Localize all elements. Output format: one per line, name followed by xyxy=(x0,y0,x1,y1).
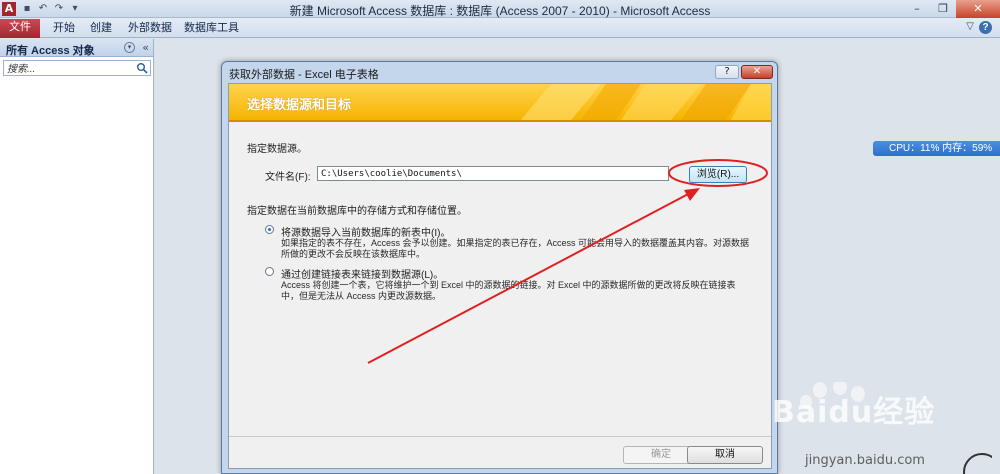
window-controls: – ❐ ✕ xyxy=(904,0,1000,18)
browse-button[interactable]: 浏览(R)... xyxy=(689,166,747,183)
link-option-label[interactable]: 通过创建链接表来链接到数据源(L)。 xyxy=(281,266,443,281)
source-heading: 指定数据源。 xyxy=(247,144,307,155)
window-title: 新建 Microsoft Access 数据库 : 数据库 (Access 20… xyxy=(289,4,711,18)
banner-title: 选择数据源和目标 xyxy=(247,97,352,112)
banner-underline xyxy=(229,120,771,122)
banner-decoration xyxy=(521,84,771,120)
minimize-ribbon-icon[interactable]: ▽ xyxy=(966,21,974,32)
collapse-pane-icon[interactable]: « xyxy=(142,41,149,54)
link-radio[interactable] xyxy=(265,267,274,276)
minimize-button[interactable]: – xyxy=(904,0,930,18)
link-option-description: Access 将创建一个表，它将维护一个到 Excel 中的源数据的链接。对 E… xyxy=(281,280,736,301)
tab-create[interactable]: 创建 xyxy=(90,20,112,37)
help-icon[interactable]: ? xyxy=(979,21,992,34)
nav-search-box xyxy=(3,60,151,77)
tab-external-data[interactable]: 外部数据 xyxy=(128,20,172,37)
baidu-watermark-brand: Baidu经验 xyxy=(772,395,936,430)
nav-pane-header[interactable]: 所有 Access 对象 ▾ « xyxy=(0,39,153,57)
search-input[interactable] xyxy=(4,62,132,77)
dialog-close-button[interactable]: ✕ xyxy=(741,65,773,79)
cancel-button[interactable]: 取消 xyxy=(687,446,763,464)
tab-database-tools[interactable]: 数据库工具 xyxy=(184,20,239,37)
chevron-down-icon[interactable]: ▾ xyxy=(124,42,135,53)
storage-heading: 指定数据在当前数据库中的存储方式和存储位置。 xyxy=(247,206,467,217)
get-external-data-dialog: 获取外部数据 - Excel 电子表格 ? ✕ 选择数据源和目标 指定数据源。 … xyxy=(221,61,778,474)
baidu-watermark-url: jingyan.baidu.com xyxy=(805,453,925,468)
file-name-label: 文件名(F): xyxy=(265,172,311,183)
nav-pane-title: 所有 Access 对象 xyxy=(6,45,95,57)
import-option-description: 如果指定的表不存在，Access 会予以创建。如果指定的表已存在，Access … xyxy=(281,238,750,259)
dialog-title: 获取外部数据 - Excel 电子表格 xyxy=(229,69,379,81)
dialog-help-button[interactable]: ? xyxy=(715,65,739,79)
dialog-body: 选择数据源和目标 指定数据源。 文件名(F): 浏览(R)... 指定数据在当前… xyxy=(228,83,772,469)
dialog-title-bar[interactable]: 获取外部数据 - Excel 电子表格 ? ✕ xyxy=(222,62,777,82)
import-option-label[interactable]: 将源数据导入当前数据库的新表中(I)。 xyxy=(281,224,450,239)
ribbon-tabs: 文件 开始 创建 外部数据 数据库工具 ▽ ? xyxy=(0,18,1000,38)
close-button[interactable]: ✕ xyxy=(956,0,1000,18)
navigation-pane: 所有 Access 对象 ▾ « xyxy=(0,39,154,474)
dialog-banner: 选择数据源和目标 xyxy=(229,84,771,120)
search-icon[interactable] xyxy=(136,62,148,74)
tab-home[interactable]: 开始 xyxy=(53,20,75,37)
cpu-memory-widget: CPU：11% 内存：59% xyxy=(873,141,1000,156)
import-radio[interactable] xyxy=(265,225,274,234)
footer-separator xyxy=(229,436,771,437)
title-bar: A ▪ ↶ ↷ ▾ 新建 Microsoft Access 数据库 : 数据库 … xyxy=(0,0,1000,18)
tab-file[interactable]: 文件 xyxy=(0,19,40,38)
file-name-field[interactable] xyxy=(317,166,669,181)
restore-button[interactable]: ❐ xyxy=(930,0,956,18)
